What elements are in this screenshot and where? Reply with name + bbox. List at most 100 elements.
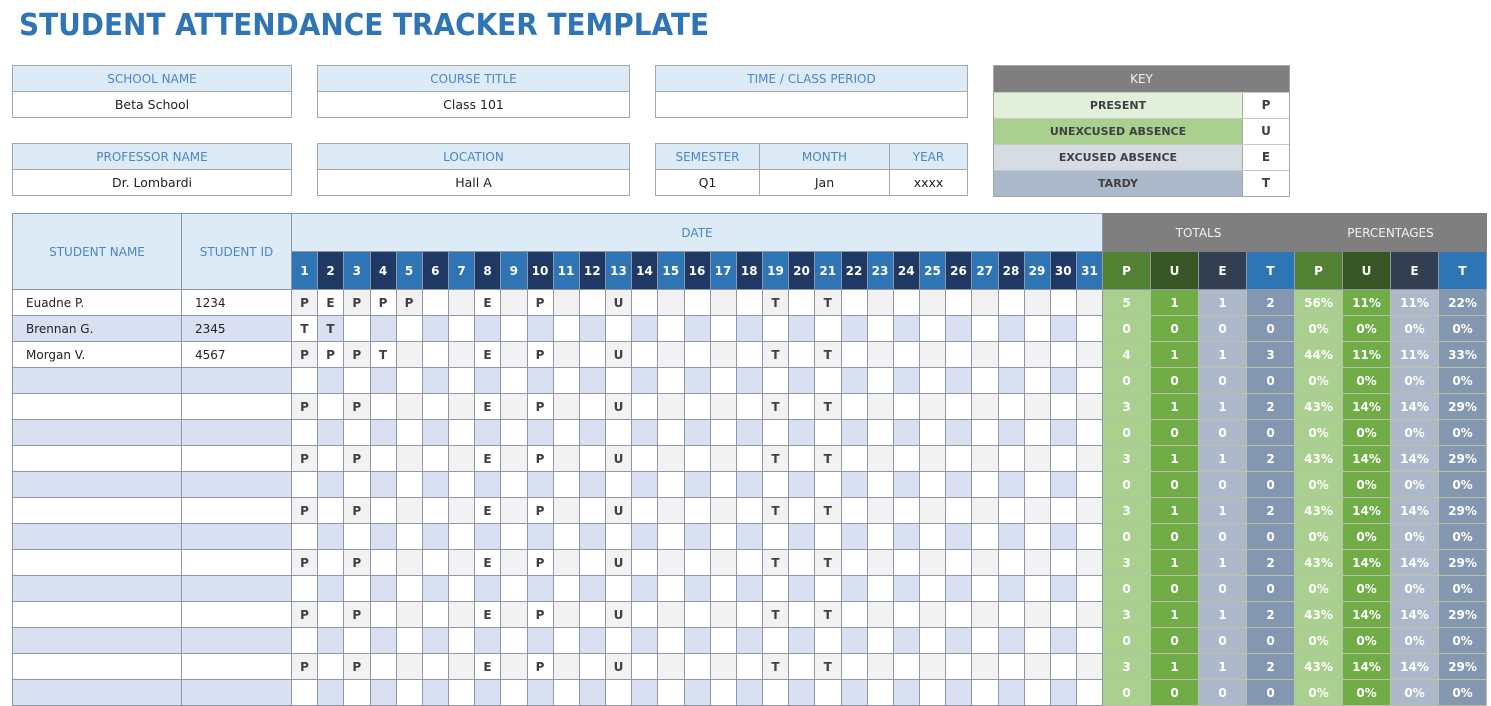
student-name-cell[interactable] bbox=[12, 471, 182, 498]
attendance-cell[interactable] bbox=[500, 549, 528, 576]
attendance-cell[interactable]: T bbox=[814, 601, 842, 628]
attendance-cell[interactable] bbox=[709, 601, 737, 628]
attendance-cell[interactable] bbox=[788, 497, 815, 524]
attendance-cell[interactable] bbox=[892, 497, 920, 524]
attendance-cell[interactable] bbox=[683, 393, 711, 420]
attendance-cell[interactable] bbox=[343, 627, 371, 654]
attendance-cell[interactable] bbox=[395, 341, 423, 368]
student-id-cell[interactable] bbox=[181, 679, 292, 706]
attendance-cell[interactable] bbox=[421, 549, 449, 576]
attendance-cell[interactable] bbox=[709, 341, 737, 368]
attendance-cell[interactable]: P bbox=[291, 497, 318, 524]
attendance-cell[interactable] bbox=[1023, 445, 1051, 472]
attendance-cell[interactable] bbox=[762, 315, 789, 342]
attendance-cell[interactable] bbox=[317, 497, 344, 524]
attendance-cell[interactable] bbox=[945, 575, 972, 602]
attendance-cell[interactable] bbox=[500, 627, 528, 654]
attendance-cell[interactable] bbox=[919, 523, 946, 550]
student-name-cell[interactable] bbox=[12, 679, 182, 706]
attendance-cell[interactable] bbox=[683, 497, 711, 524]
attendance-cell[interactable] bbox=[474, 523, 501, 550]
year-field[interactable]: xxxx bbox=[890, 170, 967, 195]
attendance-cell[interactable]: P bbox=[343, 393, 371, 420]
attendance-cell[interactable] bbox=[971, 549, 999, 576]
attendance-cell[interactable] bbox=[1049, 497, 1077, 524]
attendance-cell[interactable]: P bbox=[526, 601, 554, 628]
attendance-cell[interactable]: T bbox=[814, 653, 842, 680]
attendance-cell[interactable]: P bbox=[526, 445, 554, 472]
attendance-cell[interactable] bbox=[997, 575, 1025, 602]
attendance-cell[interactable] bbox=[709, 653, 737, 680]
student-id-cell[interactable] bbox=[181, 627, 292, 654]
student-name-cell[interactable]: Brennan G. bbox=[12, 315, 182, 342]
attendance-cell[interactable] bbox=[1076, 445, 1103, 472]
attendance-cell[interactable] bbox=[421, 367, 449, 394]
attendance-cell[interactable] bbox=[448, 419, 475, 446]
attendance-cell[interactable]: T bbox=[814, 445, 842, 472]
attendance-cell[interactable] bbox=[735, 575, 763, 602]
attendance-cell[interactable]: P bbox=[291, 549, 318, 576]
student-id-cell[interactable] bbox=[181, 523, 292, 550]
attendance-cell[interactable] bbox=[971, 471, 999, 498]
attendance-cell[interactable]: P bbox=[291, 445, 318, 472]
attendance-cell[interactable] bbox=[683, 575, 711, 602]
attendance-cell[interactable] bbox=[369, 549, 397, 576]
attendance-cell[interactable] bbox=[840, 393, 868, 420]
attendance-cell[interactable] bbox=[526, 627, 554, 654]
attendance-cell[interactable] bbox=[683, 419, 711, 446]
attendance-cell[interactable] bbox=[1023, 679, 1051, 706]
attendance-cell[interactable] bbox=[552, 627, 580, 654]
student-id-cell[interactable]: 4567 bbox=[181, 341, 292, 368]
attendance-cell[interactable] bbox=[866, 679, 894, 706]
attendance-cell[interactable] bbox=[919, 601, 946, 628]
attendance-cell[interactable] bbox=[735, 471, 763, 498]
attendance-cell[interactable] bbox=[840, 549, 868, 576]
attendance-cell[interactable]: P bbox=[343, 445, 371, 472]
attendance-cell[interactable]: E bbox=[474, 549, 501, 576]
attendance-cell[interactable] bbox=[291, 575, 318, 602]
attendance-cell[interactable] bbox=[1076, 289, 1103, 316]
student-name-cell[interactable] bbox=[12, 445, 182, 472]
attendance-cell[interactable] bbox=[500, 419, 528, 446]
attendance-cell[interactable] bbox=[631, 341, 658, 368]
attendance-cell[interactable] bbox=[395, 653, 423, 680]
attendance-cell[interactable] bbox=[997, 419, 1025, 446]
attendance-cell[interactable] bbox=[631, 627, 658, 654]
attendance-cell[interactable] bbox=[840, 471, 868, 498]
attendance-cell[interactable] bbox=[605, 315, 632, 342]
attendance-cell[interactable] bbox=[919, 367, 946, 394]
attendance-cell[interactable] bbox=[945, 341, 972, 368]
attendance-cell[interactable] bbox=[683, 549, 711, 576]
attendance-cell[interactable] bbox=[840, 341, 868, 368]
attendance-cell[interactable] bbox=[1049, 445, 1077, 472]
semester-field[interactable]: Q1 bbox=[656, 170, 759, 195]
attendance-cell[interactable] bbox=[1049, 549, 1077, 576]
attendance-cell[interactable] bbox=[631, 445, 658, 472]
attendance-cell[interactable] bbox=[1076, 367, 1103, 394]
attendance-cell[interactable]: P bbox=[343, 289, 371, 316]
attendance-cell[interactable] bbox=[526, 315, 554, 342]
attendance-cell[interactable] bbox=[866, 549, 894, 576]
professor-name-field[interactable]: Dr. Lombardi bbox=[13, 170, 291, 195]
attendance-cell[interactable] bbox=[474, 315, 501, 342]
student-id-cell[interactable] bbox=[181, 419, 292, 446]
attendance-cell[interactable] bbox=[919, 627, 946, 654]
attendance-cell[interactable] bbox=[735, 679, 763, 706]
attendance-cell[interactable] bbox=[552, 393, 580, 420]
attendance-cell[interactable] bbox=[421, 523, 449, 550]
attendance-cell[interactable] bbox=[343, 419, 371, 446]
attendance-cell[interactable] bbox=[892, 471, 920, 498]
attendance-cell[interactable] bbox=[369, 497, 397, 524]
student-name-cell[interactable] bbox=[12, 601, 182, 628]
attendance-cell[interactable] bbox=[814, 471, 842, 498]
attendance-cell[interactable] bbox=[395, 523, 423, 550]
attendance-cell[interactable] bbox=[500, 601, 528, 628]
attendance-cell[interactable]: U bbox=[605, 289, 632, 316]
attendance-cell[interactable] bbox=[369, 523, 397, 550]
attendance-cell[interactable] bbox=[526, 679, 554, 706]
attendance-cell[interactable] bbox=[892, 549, 920, 576]
attendance-cell[interactable] bbox=[1076, 471, 1103, 498]
attendance-cell[interactable] bbox=[605, 471, 632, 498]
attendance-cell[interactable] bbox=[788, 627, 815, 654]
attendance-cell[interactable]: P bbox=[291, 653, 318, 680]
